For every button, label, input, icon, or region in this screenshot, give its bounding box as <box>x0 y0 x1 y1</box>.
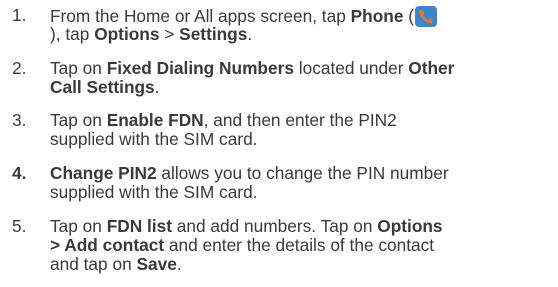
step-text: Tap on FDN list and add numbers. Tap on … <box>50 217 556 274</box>
text-run: Tap on <box>50 216 107 236</box>
step-text-line: Change PIN2 allows you to change the PIN… <box>50 164 556 183</box>
bold-term: Other <box>408 58 455 78</box>
step-text-line: and tap on Save. <box>50 255 556 274</box>
text-run: and add numbers. Tap on <box>171 216 378 236</box>
text-run: > <box>159 24 180 44</box>
bold-term: Save <box>136 254 177 274</box>
step-number: 5. <box>12 216 27 236</box>
bold-term: > Add contact <box>50 235 165 255</box>
text-run: supplied with the SIM card. <box>50 182 258 202</box>
step-text: Tap on Fixed Dialing Numbers located und… <box>50 59 556 97</box>
bold-term: Settings <box>179 24 248 44</box>
bold-term: Call Settings <box>50 77 155 97</box>
text-run: and tap on <box>50 254 137 274</box>
step-text-line: supplied with the SIM card. <box>50 130 556 149</box>
phone-icon <box>415 6 438 27</box>
bold-term: Phone <box>350 6 404 26</box>
bold-term: Fixed Dialing Numbers <box>106 58 294 78</box>
step-text-line: From the Home or All apps screen, tap Ph… <box>50 6 556 27</box>
step-text-line: Tap on FDN list and add numbers. Tap on … <box>50 217 556 236</box>
step-number: 1. <box>12 5 27 25</box>
text-run: located under <box>293 58 409 78</box>
step-number: 3. <box>12 110 27 130</box>
bold-term: Change PIN2 <box>50 163 157 183</box>
text-run: . <box>176 254 182 274</box>
bold-term: FDN list <box>106 216 172 236</box>
step-number: 2. <box>12 58 27 78</box>
bold-term: Options <box>377 216 443 236</box>
text-run: allows you to change the PIN number <box>156 163 449 183</box>
step-text-line: Call Settings. <box>50 78 556 97</box>
text-run: From the Home or All apps screen, tap <box>50 6 351 26</box>
bold-term: Options <box>94 24 160 44</box>
text-run: supplied with the SIM card. <box>50 129 258 149</box>
text-run: , and then enter the PIN2 <box>203 110 397 130</box>
step-text-line: Tap on Fixed Dialing Numbers located und… <box>50 59 556 78</box>
instruction-steps: 1. From the Home or All apps screen, tap … <box>0 0 558 287</box>
step-text: Change PIN2 allows you to change the PIN… <box>50 164 556 202</box>
step-text-line: supplied with the SIM card. <box>50 183 556 202</box>
bold-term: Enable FDN <box>106 110 204 130</box>
step-text: Tap on Enable FDN, and then enter the PI… <box>50 111 556 149</box>
step-text: From the Home or All apps screen, tap Ph… <box>50 6 556 44</box>
text-run: Tap on <box>50 110 107 130</box>
text-run: ( <box>403 6 415 26</box>
text-run: Tap on <box>50 58 107 78</box>
step-number: 4. <box>12 163 27 183</box>
text-run: and enter the details of the contact <box>164 235 435 255</box>
text-run: ), tap <box>50 24 95 44</box>
step-text-line: ), tap Options > Settings. <box>50 25 556 44</box>
step-text-line: > Add contact and enter the details of t… <box>50 236 556 255</box>
text-run: . <box>154 77 160 97</box>
step-text-line: Tap on Enable FDN, and then enter the PI… <box>50 111 556 130</box>
text-run: . <box>247 24 253 44</box>
